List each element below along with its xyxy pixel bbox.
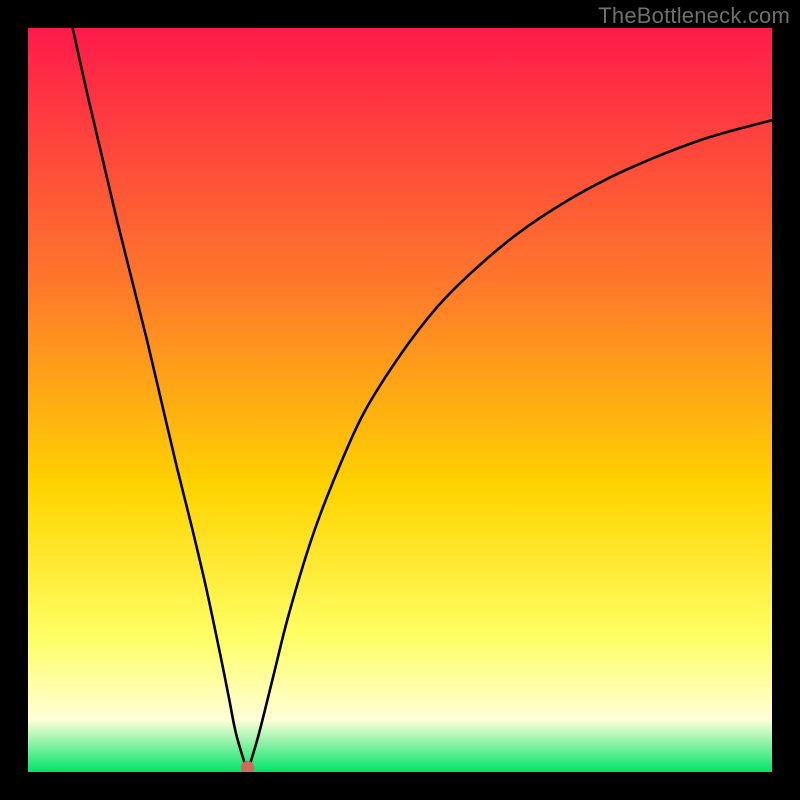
bottleneck-chart (28, 28, 772, 772)
watermark-text: TheBottleneck.com (598, 3, 790, 29)
chart-frame (28, 28, 772, 772)
gradient-background (28, 28, 772, 772)
